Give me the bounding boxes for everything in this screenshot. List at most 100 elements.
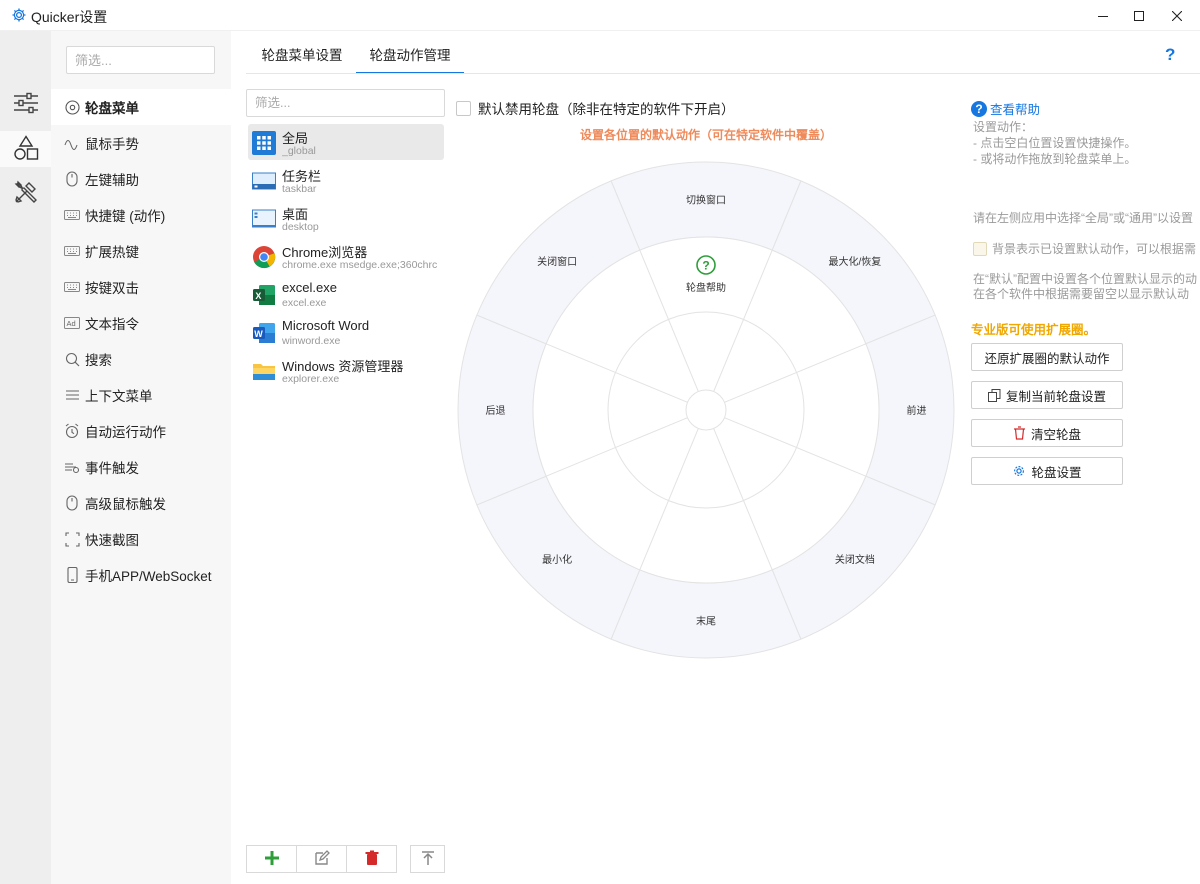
- help-line: 在各个软件中根据需要留空以显示默认动: [973, 287, 1190, 301]
- sidebar-item[interactable]: 轮盘菜单: [51, 89, 231, 125]
- wheel-label-bottom-right: 关闭文档: [835, 553, 875, 566]
- sidebar-item-label: 左键辅助: [85, 173, 139, 188]
- word-icon: W: [252, 321, 276, 345]
- sidebar-item-label: 轮盘菜单: [85, 101, 139, 116]
- rail-item-triggers[interactable]: [0, 131, 51, 167]
- sidebar-item[interactable]: 高级鼠标触发: [51, 485, 231, 521]
- sidebar-item[interactable]: 快速截图: [51, 521, 231, 557]
- bg-indicator-checkbox[interactable]: [973, 241, 987, 256]
- sidebar-item[interactable]: 扩展热键: [51, 233, 231, 269]
- help-question-icon[interactable]: ?: [1165, 45, 1181, 64]
- keyboard-icon: [64, 243, 80, 259]
- nav-sidebar: 轮盘菜单鼠标手势左键辅助快捷键 (动作) 扩展热键按键双击 Ad 文本指令搜索上下文菜…: [51, 31, 231, 884]
- main-panel: 轮盘菜单设置 轮盘动作管理 ? 全局_global任务栏taskbar桌面des…: [231, 31, 1200, 884]
- event-icon: [64, 459, 80, 475]
- taskbar-icon: [252, 169, 276, 193]
- help-circle-icon: ?: [971, 100, 987, 117]
- edit-app-button[interactable]: [296, 845, 347, 873]
- app-process: desktop: [282, 221, 319, 233]
- right-panel: ? 查看帮助 设置动作： - 点击空白位置设置快捷操作。 - 或将动作拖放到轮盘…: [971, 97, 1200, 517]
- question-mark-glyph: ?: [702, 259, 709, 273]
- wheel-label-bottom: 末尾: [696, 615, 716, 628]
- sidebar-item-label: 事件触发: [85, 461, 139, 476]
- tab-wheel-action-management[interactable]: 轮盘动作管理: [356, 43, 464, 74]
- view-help-link[interactable]: ? 查看帮助: [971, 99, 1040, 118]
- phone-icon: [64, 567, 80, 583]
- close-icon: [1172, 10, 1182, 21]
- rail-item-tools[interactable]: [0, 175, 51, 211]
- screenshot-icon: [64, 531, 80, 547]
- app-list-item[interactable]: W Microsoft Word winword.exe: [248, 314, 444, 350]
- wheel-caption: 设置各位置的默认动作（可在特定软件中覆盖）: [580, 128, 833, 142]
- wheel-label-top: 切换窗口: [686, 194, 726, 207]
- sidebar-item[interactable]: 按键双击: [51, 269, 231, 305]
- wheel-menu: 切换窗口 最大化/恢复 前进 关闭文档 末尾 最小化 后退 关闭窗口? 轮盘帮助: [456, 160, 956, 660]
- sidebar-item[interactable]: 搜索: [51, 341, 231, 377]
- sidebar-item-label: 扩展热键: [85, 245, 139, 260]
- sliders-icon: [13, 92, 39, 117]
- app-list-item[interactable]: Chrome浏览器 chrome.exe msedge.exe;360chrc: [248, 238, 444, 274]
- menu-lines-icon: [64, 387, 80, 403]
- sidebar-item[interactable]: 事件触发: [51, 449, 231, 485]
- wheel-settings-button[interactable]: 轮盘设置: [971, 457, 1123, 485]
- app-filter-input[interactable]: [246, 89, 445, 117]
- app-process: _global: [282, 145, 316, 157]
- restore-default-actions-button[interactable]: 还原扩展圈的默认动作: [971, 343, 1123, 371]
- move-to-top-button[interactable]: [410, 845, 445, 873]
- help-line: - 点击空白位置设置快捷操作。: [973, 136, 1137, 150]
- gear-icon: [11, 7, 27, 23]
- clear-wheel-button[interactable]: 清空轮盘: [971, 419, 1123, 447]
- app-list-item[interactable]: Xexcel.exe excel.exe: [248, 276, 444, 312]
- delete-icon: [364, 850, 380, 869]
- sidebar-item-label: 上下文菜单: [85, 389, 153, 404]
- app-list-item[interactable]: 任务栏 taskbar: [248, 162, 444, 198]
- svg-text:W: W: [254, 329, 263, 339]
- mouse-icon: [64, 495, 80, 511]
- sidebar-item[interactable]: 手机APP/WebSocket: [51, 557, 231, 593]
- disable-wheel-label: 默认禁用轮盘（除非在特定的软件下开启）: [478, 102, 735, 117]
- tools-icon: [13, 179, 39, 208]
- title-bar: Quicker设置: [0, 0, 1200, 31]
- bg-indicator-option[interactable]: 背景表示已设置默认动作，可以根据需: [973, 240, 1196, 257]
- disable-wheel-checkbox[interactable]: [456, 100, 471, 116]
- nav-filter-input[interactable]: [66, 46, 215, 74]
- app-list-item[interactable]: 桌面 desktop: [248, 200, 444, 236]
- add-icon: [264, 850, 280, 869]
- copy-wheel-settings-button[interactable]: 复制当前轮盘设置: [971, 381, 1123, 409]
- maximize-icon: [1134, 10, 1144, 21]
- wheel-inner-center-label: 轮盘帮助: [686, 281, 726, 294]
- keyboard-icon: [64, 279, 80, 295]
- sidebar-item-label: 手机APP/WebSocket: [85, 569, 212, 584]
- sidebar-item[interactable]: Ad 文本指令: [51, 305, 231, 341]
- app-process: chrome.exe msedge.exe;360chrc: [282, 259, 438, 271]
- sidebar-item-label: 自动运行动作: [85, 425, 166, 440]
- disable-wheel-option[interactable]: 默认禁用轮盘（除非在特定的软件下开启）: [456, 99, 735, 117]
- sidebar-item-label: 鼠标手势: [85, 137, 139, 152]
- sidebar-item[interactable]: 自动运行动作: [51, 413, 231, 449]
- sidebar-item[interactable]: 快捷键 (动作): [51, 197, 231, 233]
- sidebar-item-label: 快捷键 (动作): [85, 209, 166, 224]
- add-app-button[interactable]: [246, 845, 297, 873]
- sidebar-item-label: 按键双击: [85, 281, 139, 296]
- app-list-item[interactable]: Windows 资源管理器 explorer.exe: [248, 352, 444, 388]
- wheel-label-right: 前进: [907, 404, 927, 417]
- tab-divider: [246, 73, 1200, 74]
- wheel-label-left: 后退: [486, 405, 506, 417]
- tab-wheel-menu-settings[interactable]: 轮盘菜单设置: [246, 43, 358, 74]
- app-process: winword.exe: [282, 335, 341, 347]
- ad-text-icon: Ad: [64, 315, 80, 331]
- sidebar-item[interactable]: 上下文菜单: [51, 377, 231, 413]
- sidebar-item-label: 高级鼠标触发: [85, 497, 166, 512]
- rail-item-settings[interactable]: [0, 86, 51, 122]
- sidebar-item[interactable]: 左键辅助: [51, 161, 231, 197]
- app-list-item[interactable]: 全局 _global: [248, 124, 444, 160]
- minimize-icon: [1098, 11, 1108, 21]
- delete-app-button[interactable]: [346, 845, 397, 873]
- wheel-label-top-right: 最大化/恢复: [828, 255, 881, 268]
- wheel-hub[interactable]: [685, 389, 727, 431]
- mouse-icon: [64, 171, 80, 187]
- close-button[interactable]: [1154, 0, 1200, 31]
- pro-note: 专业版可使用扩展圈。: [971, 323, 1097, 337]
- sidebar-item-label: 快速截图: [85, 533, 139, 548]
- sidebar-item[interactable]: 鼠标手势: [51, 125, 231, 161]
